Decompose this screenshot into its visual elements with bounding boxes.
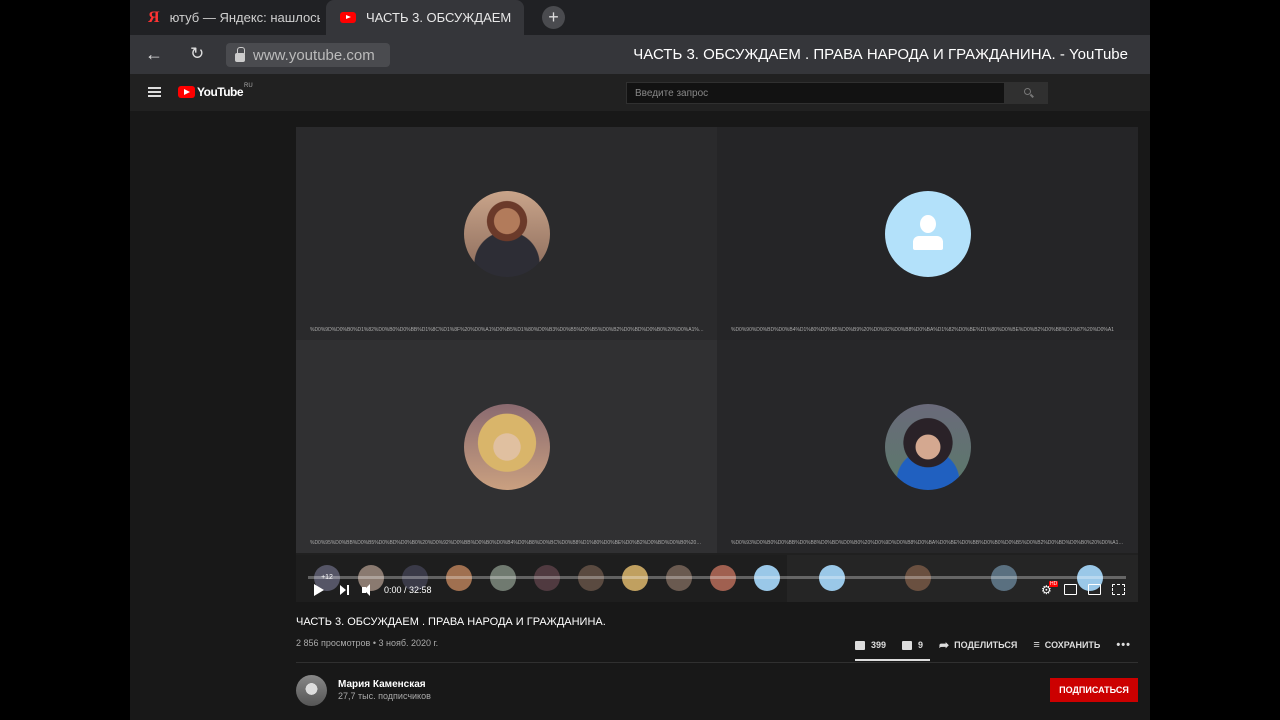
url-text: www.youtube.com [253,46,375,64]
like-button[interactable]: 399 [855,640,886,650]
thumbs-up-icon [855,640,865,650]
share-icon: ➦ [939,638,950,652]
search-icon [1024,88,1031,95]
back-arrow-icon[interactable]: ← [145,44,163,65]
dislike-count: 9 [918,640,924,650]
theater-mode-icon[interactable] [1088,584,1101,595]
dislike-button[interactable]: 9 [902,640,923,650]
miniplayer-icon[interactable] [1064,584,1077,595]
subscriber-count: 27,7 тыс. подписчиков [338,691,431,701]
participant-tile: %D0%9D%D0%B0%D1%82%D0%B0%D0%BB%D1%8C%D1%… [296,127,717,340]
participant-tile: %D0%90%D0%BD%D0%B4%D1%80%D0%B5%D0%B9%20%… [717,127,1138,340]
logo-region: RU [244,83,253,89]
volume-icon[interactable] [362,584,376,596]
channel-avatar[interactable] [296,675,327,706]
lock-icon [235,46,245,62]
video-actions: 399 9 ➦ ПОДЕЛИТЬСЯ ≡ СОХРАНИТЬ ••• [855,638,1131,652]
fullscreen-icon[interactable] [1112,584,1125,595]
play-icon[interactable] [314,584,324,596]
sentiment-bar [855,659,930,661]
tab-title: ЧАСТЬ 3. ОБСУЖДАЕМ . ПРАВА НАРОДА И ГРАЖ… [366,10,516,25]
youtube-favicon-icon [340,12,356,23]
participant-avatar [464,404,550,490]
video-title: ЧАСТЬ 3. ОБСУЖДАЕМ . ПРАВА НАРОДА И ГРАЖ… [296,616,606,628]
channel-name[interactable]: Мария Каменская [338,679,426,690]
participant-tile: %D0%95%D0%BB%D0%B5%D0%BD%D0%B0%20%D0%92%… [296,340,717,553]
like-count: 399 [871,640,887,650]
logo-text: YouTube [197,85,244,99]
tab-youtube-active[interactable]: ЧАСТЬ 3. ОБСУЖДАЕМ . ПРАВА НАРОДА И ГРАЖ… [326,0,524,35]
share-label: ПОДЕЛИТЬСЯ [954,640,1018,650]
subscribe-button[interactable]: ПОДПИСАТЬСЯ [1050,678,1138,702]
share-button[interactable]: ➦ ПОДЕЛИТЬСЯ [939,638,1017,652]
yandex-icon: Я [148,8,160,26]
participant-avatar [464,191,550,277]
new-tab-button[interactable]: + [542,6,565,29]
divider [296,662,1138,663]
save-button[interactable]: ≡ СОХРАНИТЬ [1033,639,1100,651]
page-title: ЧАСТЬ 3. ОБСУЖДАЕМ . ПРАВА НАРОДА И ГРАЖ… [633,46,1128,63]
search-input[interactable] [626,82,1005,104]
participant-name: %D0%93%D0%B0%D0%BB%D0%B8%D0%BD%D0%B0%20%… [731,540,1126,546]
youtube-header: YouTube RU [130,74,1150,111]
youtube-logo[interactable]: YouTube RU [178,83,253,99]
tab-title: ютуб — Яндекс: нашлось [169,10,320,25]
next-icon[interactable] [340,585,349,595]
video-player[interactable]: %D0%9D%D0%B0%D1%82%D0%B0%D0%BB%D1%8C%D1%… [296,127,1138,602]
time-display: 0:00 / 32:58 [384,585,432,595]
tab-strip: Я ютуб — Яндекс: нашлось ЧАСТЬ 3. ОБСУЖД… [130,0,1150,35]
thumbs-down-icon [902,640,913,650]
url-field[interactable]: www.youtube.com [226,43,390,67]
participant-tile: %D0%93%D0%B0%D0%BB%D0%B8%D0%BD%D0%B0%20%… [717,340,1138,553]
player-controls: 0:00 / 32:58 ⚙ HD [296,579,1138,602]
save-label: СОХРАНИТЬ [1044,640,1101,650]
reload-icon[interactable]: ↻ [190,44,204,64]
menu-icon[interactable] [148,87,161,97]
participant-name: %D0%95%D0%BB%D0%B5%D0%BD%D0%B0%20%D0%92%… [310,540,705,546]
default-user-avatar-icon [885,191,971,277]
tab-yandex[interactable]: Я ютуб — Яндекс: нашлось [142,0,322,35]
participant-name: %D0%9D%D0%B0%D1%82%D0%B0%D0%BB%D1%8C%D1%… [310,327,705,333]
participant-avatar [885,404,971,490]
more-icon[interactable]: ••• [1116,639,1131,651]
address-bar: ← ↻ www.youtube.com ЧАСТЬ 3. ОБСУЖДАЕМ .… [130,35,1150,74]
playlist-add-icon: ≡ [1033,639,1040,651]
search-button[interactable] [1005,82,1048,104]
participant-name: %D0%90%D0%BD%D0%B4%D1%80%D0%B5%D0%B9%20%… [731,327,1114,333]
youtube-play-icon [178,86,195,98]
video-meta: 2 856 просмотров • 3 нояб. 2020 г. [296,638,439,648]
hd-badge: HD [1049,581,1059,587]
